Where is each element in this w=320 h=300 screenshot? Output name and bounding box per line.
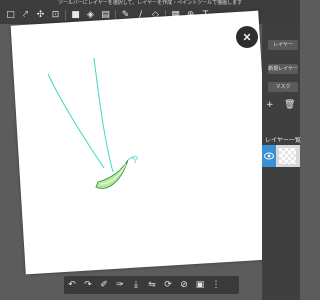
layer-list-header: レイヤー一覧 xyxy=(265,137,301,144)
new-layer-button[interactable]: 新規レイヤー xyxy=(268,64,298,74)
layer-thumbnail xyxy=(279,148,296,164)
transform-icon[interactable]: ⊡ xyxy=(48,8,63,22)
color-fill-icon[interactable]: ■ xyxy=(68,8,83,22)
hint-text: ツールバーにレイヤーを選択して、レイヤーを作成・ペイントツールで描画します xyxy=(57,0,243,6)
image-icon[interactable]: ▣ xyxy=(192,276,208,294)
visibility-eye-icon[interactable] xyxy=(262,145,276,167)
mask-button[interactable]: マスク xyxy=(268,82,298,92)
close-icon xyxy=(243,33,251,41)
add-layer-icon[interactable]: + xyxy=(266,100,274,110)
move-icon[interactable]: ✣ xyxy=(33,8,48,22)
close-button[interactable] xyxy=(236,26,258,48)
select-rect-icon[interactable]: □ xyxy=(3,8,18,22)
more-icon[interactable]: ⋮ xyxy=(208,276,224,294)
brush-tool-icon[interactable]: ✐ xyxy=(96,276,112,294)
select-freehand-icon[interactable]: ⤤ xyxy=(18,8,33,22)
toolbar-separator xyxy=(65,9,66,21)
redo-icon[interactable]: ↷ xyxy=(80,276,96,294)
undo-icon[interactable]: ↶ xyxy=(64,276,80,294)
layer-panel: レイヤー 新規レイヤー マスク + 🗑 レイヤー一覧 xyxy=(262,24,301,300)
eyedropper-icon[interactable]: ✑ xyxy=(112,276,128,294)
save-icon[interactable]: ⤓ xyxy=(128,276,144,294)
panel-top-label: レイヤー xyxy=(268,40,298,50)
delete-layer-icon[interactable]: 🗑 xyxy=(284,100,295,110)
layer-row[interactable] xyxy=(262,145,300,167)
edit-icon[interactable]: ⊘ xyxy=(176,276,192,294)
flip-icon[interactable]: ⇋ xyxy=(144,276,160,294)
drawing-canvas[interactable] xyxy=(10,10,274,275)
bottom-toolbar: ↶ ↷ ✐ ✑ ⤓ ⇋ ⟳ ⊘ ▣ ⋮ xyxy=(64,276,239,294)
rotate-icon[interactable]: ⟳ xyxy=(160,276,176,294)
